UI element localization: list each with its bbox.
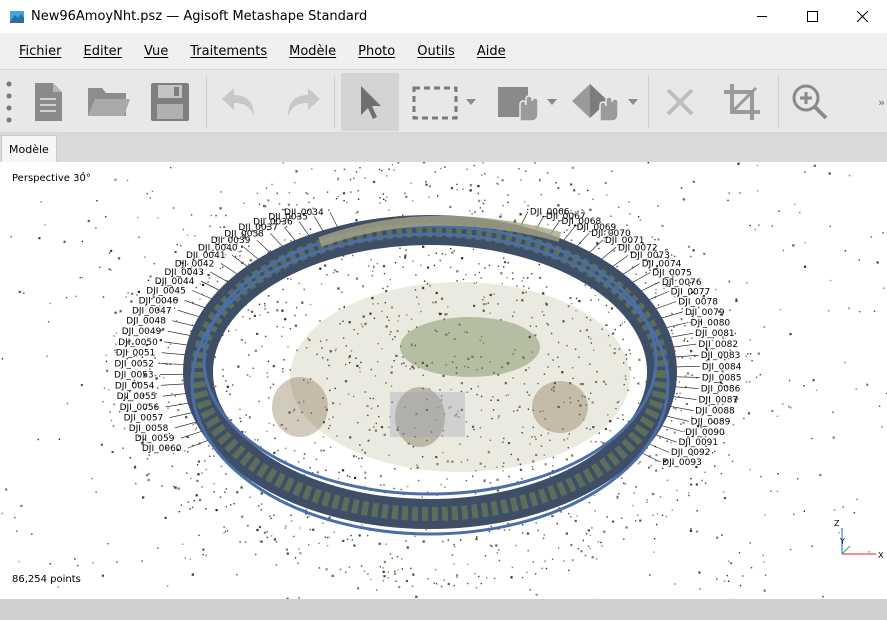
camera-label[interactable]: DJI_0060 xyxy=(142,444,182,454)
camera-label[interactable]: DJI_0052 xyxy=(114,360,154,370)
camera-label[interactable]: DJI_0084 xyxy=(702,362,742,372)
toolbar-separator xyxy=(334,76,335,128)
rotate-object-button[interactable] xyxy=(566,78,624,126)
open-button[interactable] xyxy=(84,78,132,126)
undo-button[interactable] xyxy=(216,78,264,126)
menu-aide[interactable]: Aide xyxy=(466,44,517,59)
zoom-button[interactable] xyxy=(786,78,834,126)
navigation-button[interactable] xyxy=(341,73,399,131)
camera-label[interactable]: DJI_0082 xyxy=(698,340,738,350)
toolbar-separator xyxy=(778,76,779,128)
camera-label[interactable]: DJI_0087 xyxy=(699,396,739,406)
camera-label[interactable]: DJI_0093 xyxy=(662,458,702,468)
zoom-icon xyxy=(792,84,828,120)
tab-modele[interactable]: Modèle xyxy=(1,135,57,162)
toolbar-separator xyxy=(648,76,649,128)
maximize-icon xyxy=(806,11,818,22)
maximize-button[interactable] xyxy=(787,0,837,33)
camera-label[interactable]: DJI_0090 xyxy=(685,428,725,438)
status-bar xyxy=(0,599,887,620)
camera-label[interactable]: DJI_0056 xyxy=(120,403,160,413)
projection-label: Perspective 30° xyxy=(12,173,91,184)
close-icon xyxy=(856,11,868,22)
minimize-button[interactable] xyxy=(737,0,787,33)
resize-region-button[interactable] xyxy=(490,78,548,126)
title-bar: New96AmoyNht.psz — Agisoft Metashape Sta… xyxy=(0,0,887,33)
close-button[interactable] xyxy=(837,0,887,33)
camera-label[interactable]: DJI_0077 xyxy=(671,288,711,298)
axis-z-label: Z xyxy=(834,519,840,528)
camera-label[interactable]: DJI_0057 xyxy=(124,414,164,424)
camera-label[interactable]: DJI_0091 xyxy=(678,438,718,448)
camera-label[interactable]: DJI_0059 xyxy=(135,434,175,444)
menu-editer[interactable]: Editer xyxy=(73,44,134,59)
camera-label[interactable]: DJI_0055 xyxy=(117,392,157,402)
camera-label[interactable]: DJI_0089 xyxy=(691,417,731,427)
menu-outils[interactable]: Outils xyxy=(406,44,466,59)
save-button[interactable] xyxy=(146,78,194,126)
resize-region-icon xyxy=(498,87,539,122)
toolbar-overflow-button[interactable]: » xyxy=(878,96,885,109)
camera-label[interactable]: DJI_0051 xyxy=(116,349,156,359)
camera-label[interactable]: DJI_0085 xyxy=(702,373,742,383)
navigation-cursor-icon xyxy=(361,86,381,119)
camera-label[interactable]: DJI_0079 xyxy=(685,308,725,318)
chevron-down-icon[interactable] xyxy=(466,98,476,106)
crop-selection-button[interactable] xyxy=(718,78,766,126)
metashape-app-icon xyxy=(10,10,24,23)
redo-icon xyxy=(288,88,320,116)
save-disk-icon xyxy=(151,83,189,121)
window-title: New96AmoyNht.psz — Agisoft Metashape Sta… xyxy=(31,9,368,24)
menu-fichier[interactable]: Fichier xyxy=(8,44,73,59)
camera-label[interactable]: DJI_0081 xyxy=(695,329,735,339)
axis-x-label: X xyxy=(878,551,884,560)
menu-modele[interactable]: Modèle xyxy=(278,44,347,59)
camera-label[interactable]: DJI_0053 xyxy=(114,370,154,380)
model-viewport[interactable]: DJI_0034 DJI_0035 DJI_0036 DJI_0037 DJI_0038… xyxy=(0,162,887,599)
camera-label[interactable]: DJI_0083 xyxy=(701,351,741,361)
undo-icon xyxy=(222,88,254,116)
minimize-icon xyxy=(756,16,767,17)
menu-bar: Fichier Editer Vue Traitements Modèle Ph… xyxy=(0,33,887,69)
camera-label[interactable]: DJI_0092 xyxy=(671,448,711,458)
camera-label[interactable]: DJI_0088 xyxy=(695,407,735,417)
camera-label[interactable]: DJI_0078 xyxy=(678,298,718,308)
rectangle-selection-button[interactable] xyxy=(406,78,464,126)
chevron-down-icon[interactable] xyxy=(547,98,557,106)
camera-label[interactable]: DJI_0046 xyxy=(139,296,179,306)
axis-gizmo: Z Y X xyxy=(834,519,884,560)
camera-label[interactable]: DJI_0047 xyxy=(132,306,172,316)
menu-traitements[interactable]: Traitements xyxy=(179,44,278,59)
axis-y-label: Y xyxy=(839,537,845,546)
camera-label[interactable]: DJI_0048 xyxy=(126,317,166,327)
camera-label[interactable]: DJI_0080 xyxy=(691,318,731,328)
delete-selection-icon xyxy=(666,88,694,116)
menu-vue[interactable]: Vue xyxy=(133,44,179,59)
new-document-icon xyxy=(35,83,62,121)
camera-label[interactable]: DJI_0050 xyxy=(118,338,158,348)
camera-label[interactable]: DJI_0045 xyxy=(146,287,186,297)
rotate-object-icon xyxy=(572,84,619,122)
crop-selection-icon xyxy=(724,84,760,120)
camera-label[interactable]: DJI_0076 xyxy=(662,278,702,288)
tab-bar: Modèle xyxy=(0,133,887,162)
menu-photo[interactable]: Photo xyxy=(347,44,406,59)
camera-label[interactable]: DJI_0054 xyxy=(115,381,155,391)
camera-label[interactable]: DJI_0058 xyxy=(129,424,169,434)
rectangle-selection-icon xyxy=(412,86,458,120)
camera-label[interactable]: DJI_0086 xyxy=(701,385,741,395)
delete-selection-button[interactable] xyxy=(656,78,704,126)
toolbar-separator xyxy=(206,76,207,128)
toolbar-grip-icon[interactable] xyxy=(6,80,12,124)
center-vegetation xyxy=(272,282,630,472)
open-folder-icon xyxy=(88,88,130,116)
chevron-down-icon[interactable] xyxy=(628,98,638,106)
camera-label[interactable]: DJI_0049 xyxy=(122,327,162,337)
toolbar: » xyxy=(0,69,887,133)
point-cloud-scene[interactable]: DJI_0034DJI_0035DJI_0036DJI_0037DJI_0038… xyxy=(0,162,887,599)
new-button[interactable] xyxy=(24,78,72,126)
point-count-label: 86,254 points xyxy=(12,574,81,585)
redo-button[interactable] xyxy=(278,78,326,126)
